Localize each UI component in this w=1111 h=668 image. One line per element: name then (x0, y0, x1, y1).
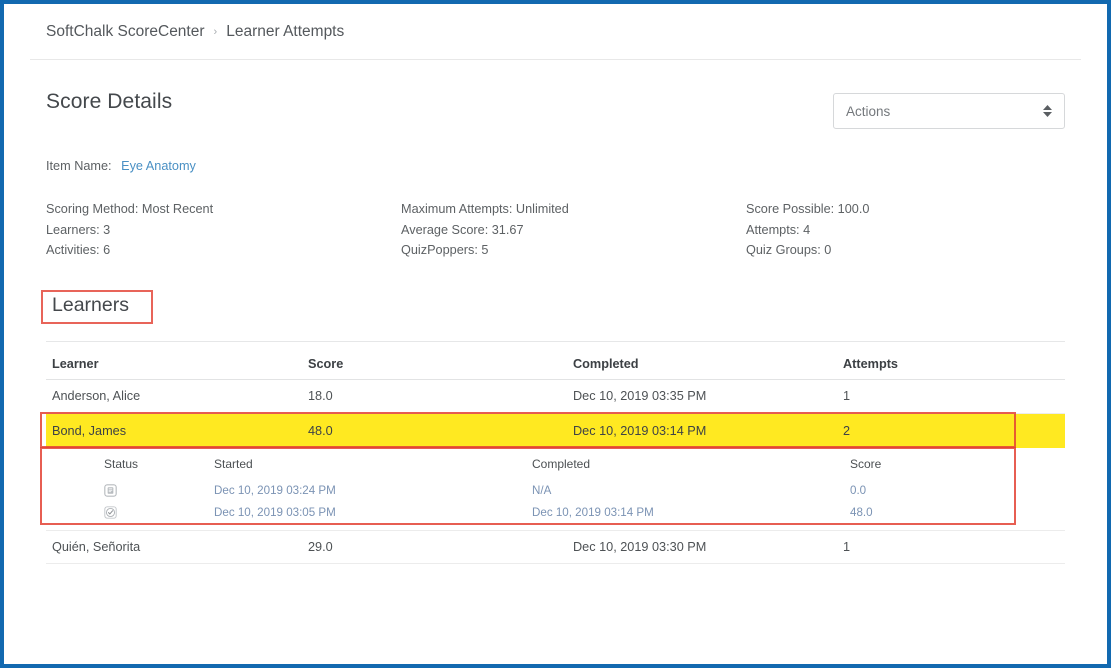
breadcrumb: SoftChalk ScoreCenter › Learner Attempts (30, 4, 1081, 60)
cell-score: 29.0 (308, 539, 333, 554)
stat-average-score: Average Score: 31.67 (401, 222, 524, 237)
cell-status (46, 506, 214, 519)
cell-started[interactable]: Dec 10, 2019 03:05 PM (214, 506, 532, 519)
cell-attempts: 1 (843, 389, 851, 403)
cell-score: 0.0 (850, 484, 867, 497)
column-header-score: Score (308, 356, 344, 371)
cell-learner: Quién, Señorita (52, 539, 141, 554)
expanded-learner-block: Bond, James 48.0 Dec 10, 2019 03:14 PM 2… (40, 411, 1065, 530)
stats-column-1: Scoring Method: Most Recent Learners: 3 … (46, 199, 401, 261)
breadcrumb-root[interactable]: SoftChalk ScoreCenter (46, 23, 205, 41)
attempt-row[interactable]: Dec 10, 2019 03:05 PM Dec 10, 2019 03:14… (46, 502, 1065, 524)
table-header-row: Learner Score Completed Attempts (46, 342, 1065, 380)
learners-heading: Learners (52, 293, 129, 316)
cell-score: 48.0 (308, 423, 333, 438)
stats-column-3: Score Possible: 100.0 Attempts: 4 Quiz G… (746, 199, 1046, 261)
stat-quizpoppers: QuizPoppers: 5 (401, 243, 489, 257)
cell-score: 18.0 (308, 389, 333, 403)
column-header-learner: Learner (52, 356, 99, 371)
page-container: SoftChalk ScoreCenter › Learner Attempts… (4, 4, 1107, 664)
cell-completed: Dec 10, 2019 03:35 PM (573, 389, 707, 403)
cell-attempts: 2 (843, 423, 851, 438)
item-name: Item Name: Eye Anatomy (46, 159, 1065, 173)
stat-maximum-attempts: Maximum Attempts: Unlimited (401, 202, 569, 216)
column-header-completed: Completed (532, 456, 591, 471)
stat-quiz-groups: Quiz Groups: 0 (746, 243, 832, 257)
stats-summary: Scoring Method: Most Recent Learners: 3 … (46, 199, 1065, 261)
column-header-status: Status (104, 456, 139, 471)
updown-chevron-icon (1043, 105, 1052, 117)
cell-status (46, 484, 214, 497)
stat-learners: Learners: 3 (46, 222, 111, 237)
stat-activities: Activities: 6 (46, 243, 111, 257)
stat-scoring-method: Scoring Method: Most Recent (46, 202, 214, 216)
actions-select-value: Actions (846, 103, 891, 119)
column-header-started: Started (214, 456, 253, 471)
item-name-link[interactable]: Eye Anatomy (121, 159, 196, 173)
learners-heading-wrap: Learners (41, 289, 1065, 327)
stat-score-possible: Score Possible: 100.0 (746, 202, 870, 216)
column-header-score: Score (850, 456, 882, 471)
actions-select[interactable]: Actions (833, 93, 1065, 129)
cell-learner: Bond, James (52, 423, 127, 438)
cell-completed: N/A (532, 484, 552, 497)
breadcrumb-current: Learner Attempts (226, 22, 345, 40)
cell-attempts: 1 (843, 539, 851, 554)
cell-learner: Anderson, Alice (52, 389, 141, 403)
cell-completed: Dec 10, 2019 03:30 PM (573, 539, 707, 554)
item-name-label: Item Name: (46, 159, 112, 173)
stats-column-2: Maximum Attempts: Unlimited Average Scor… (401, 199, 746, 261)
score-details-header: Score Details Actions (46, 60, 1065, 129)
attempts-header-row: Status Started Completed Score (46, 448, 1065, 480)
cell-score: 48.0 (850, 506, 873, 519)
learners-table: Learner Score Completed Attempts Anderso… (40, 342, 1065, 564)
cell-started[interactable]: Dec 10, 2019 03:24 PM (214, 484, 532, 497)
screenshot-frame: SoftChalk ScoreCenter › Learner Attempts… (0, 0, 1111, 668)
content-area: Score Details Actions Item Name: Eye Ana… (30, 60, 1081, 564)
stat-attempts: Attempts: 4 (746, 222, 811, 237)
attempts-detail-table: Status Started Completed Score Dec 10, 2… (46, 448, 1065, 530)
cell-completed[interactable]: Dec 10, 2019 03:14 PM (532, 506, 850, 519)
column-header-completed: Completed (573, 356, 639, 371)
table-row-highlighted[interactable]: Bond, James 48.0 Dec 10, 2019 03:14 PM 2 (46, 413, 1065, 448)
page-title: Score Details (46, 90, 173, 113)
cell-completed: Dec 10, 2019 03:14 PM (573, 423, 707, 438)
breadcrumb-separator-icon: › (213, 25, 218, 38)
table-row[interactable]: Anderson, Alice 18.0 Dec 10, 2019 03:35 … (46, 380, 1065, 414)
table-row[interactable]: Quién, Señorita 29.0 Dec 10, 2019 03:30 … (46, 529, 1065, 564)
completed-check-circle-icon (104, 506, 214, 519)
in-progress-document-icon (104, 484, 214, 497)
attempt-row[interactable]: Dec 10, 2019 03:24 PM N/A 0.0 (46, 480, 1065, 502)
column-header-attempts: Attempts (843, 356, 898, 371)
